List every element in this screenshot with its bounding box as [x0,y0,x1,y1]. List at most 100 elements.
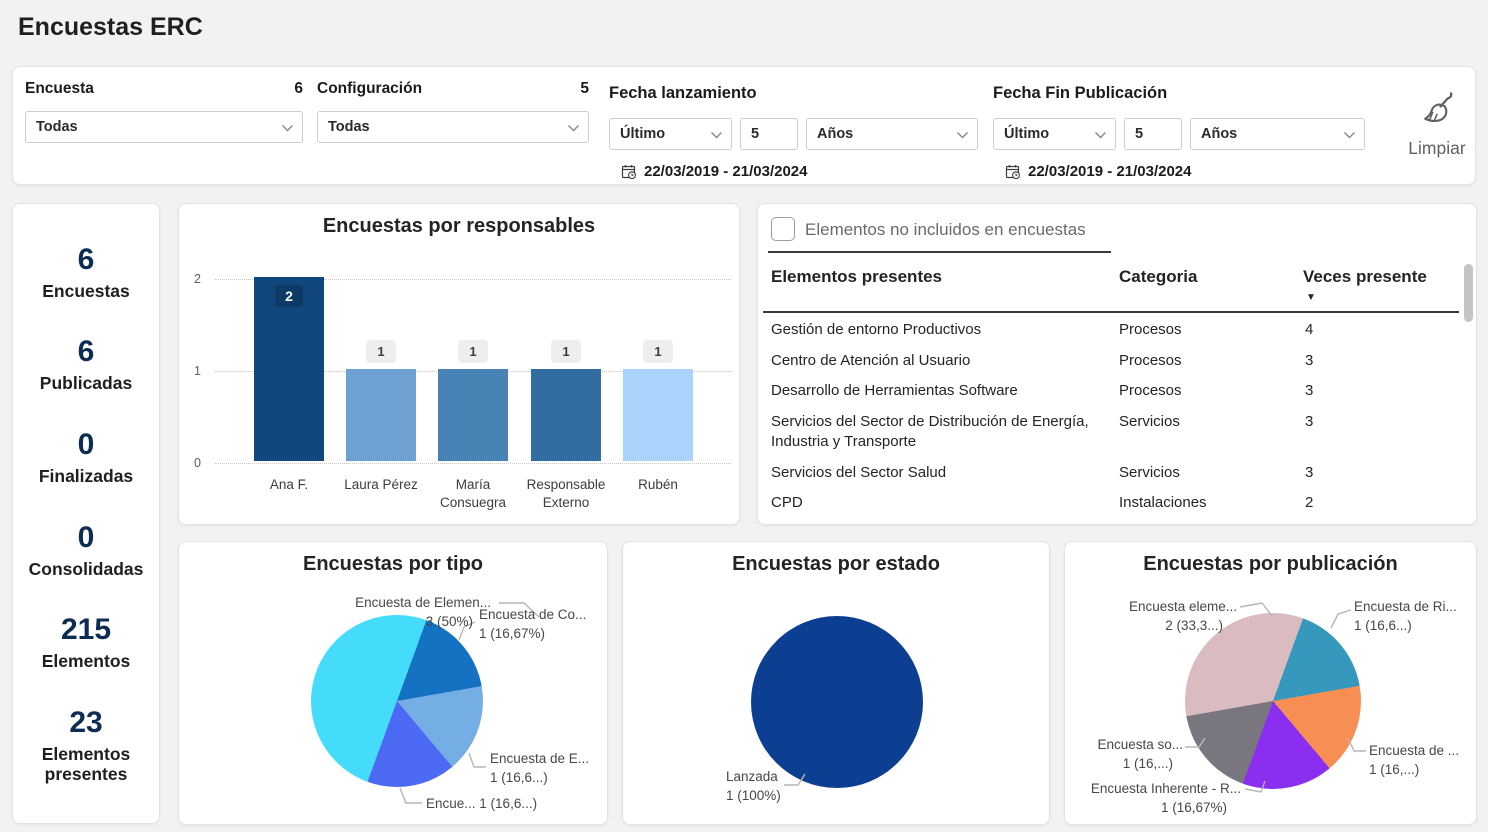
kpi-label: Encuestas [42,281,130,301]
pie-estado-chart[interactable] [751,616,923,788]
slice-name: Encuesta de Ri... [1354,598,1474,617]
bar-ruben[interactable] [623,369,693,461]
cell-categoria: Servicios [1119,463,1305,484]
kpi-panel: 6 Encuestas 6 Publicadas 0 Finalizadas 0… [12,203,160,824]
fecha-lanzamiento-label: Fecha lanzamiento [609,84,757,103]
elementos-no-incluidos-label: Elementos no incluidos en encuestas [805,220,1086,240]
bar-ana-f[interactable]: 2 [254,277,324,461]
pie-slice-label: Encue... 1 (16,6...) [426,795,596,814]
cell-veces: 3 [1305,351,1446,372]
pie-publicacion-title: Encuestas por publicación [1065,553,1476,576]
pie-publicacion-panel: Encuestas por publicación Encuesta eleme… [1064,541,1477,825]
pie-slice-label: Encuesta Inherente - R... 1 (16,67%) [1071,780,1241,818]
fecha-lanzamiento-amount-input[interactable] [740,118,798,150]
fecha-fin-publicacion-label: Fecha Fin Publicación [993,84,1167,103]
limpiar-label: Limpiar [1391,138,1483,159]
table-scrollbar[interactable] [1464,264,1473,322]
pie-estado-title: Encuestas por estado [623,553,1049,576]
cell-categoria: Servicios [1119,412,1305,453]
cell-categoria: Procesos [1119,381,1305,402]
fecha-lanzamiento-range: 22/03/2019 - 21/03/2024 [644,163,807,180]
slice-name: Encuesta de Co... [479,606,605,625]
header-divider [763,311,1459,313]
pie-tipo-title: Encuestas por tipo [179,553,607,576]
cell-elemento: CPD [771,493,1119,514]
encuesta-dropdown-value: Todas [36,119,78,135]
fecha-lanzamiento-unit-value: Años [817,126,853,142]
configuracion-dropdown[interactable]: Todas [317,111,589,143]
bar-value-label: 2 [275,285,303,307]
gridline [215,463,731,464]
column-header-veces-presente[interactable]: Veces presente [1303,267,1427,287]
cell-veces: 3 [1305,412,1446,453]
fecha-lanzamiento-period-dropdown[interactable]: Último [609,118,732,150]
fecha-fin-period-dropdown[interactable]: Último [993,118,1116,150]
pie-publicacion-chart[interactable] [1185,613,1361,789]
bar-value-label: 1 [643,340,673,363]
table-row[interactable]: Gestión de entorno Productivos Procesos … [771,320,1446,341]
cell-categoria: Instalaciones [1119,493,1305,514]
fecha-fin-range: 22/03/2019 - 21/03/2024 [1028,163,1191,180]
slice-value: 1 (16,6...) [479,796,537,811]
fecha-fin-period-value: Último [1004,126,1049,142]
pie-tipo-chart[interactable] [311,615,483,787]
fecha-lanzamiento-period-value: Último [620,126,665,142]
cell-veces: 3 [1305,463,1446,484]
chevron-down-icon [1094,131,1107,140]
kpi-value: 6 [40,335,132,368]
column-header-categoria[interactable]: Categoria [1119,267,1197,287]
slice-name: Encue... [426,796,476,811]
fecha-fin-amount-input[interactable] [1124,118,1182,150]
bar-chart-panel: Encuestas por responsables 2 1 0 2 1 1 1… [178,203,740,525]
table-row[interactable]: Servicios del Sector Salud Servicios 3 [771,463,1446,484]
fecha-fin-unit-dropdown[interactable]: Años [1190,118,1365,150]
slice-name: Encuesta de Elemen... [189,594,491,613]
y-axis-tick: 2 [179,272,201,286]
encuesta-filter-count: 6 [294,80,303,98]
kpi-value: 215 [42,613,131,646]
table-row[interactable]: Desarrollo de Herramientas Software Proc… [771,381,1446,402]
elements-table-panel: Elementos no incluidos en encuestas Elem… [757,203,1477,525]
slice-value: 3 (50%) [189,613,491,632]
pie-slice-label: Encuesta so... 1 (16,...) [1075,736,1183,774]
bar-responsable-externo[interactable] [531,369,601,461]
chevron-down-icon [567,124,580,133]
divider [768,251,1111,253]
kpi-finalizadas: 0 Finalizadas [39,428,133,486]
fecha-lanzamiento-unit-dropdown[interactable]: Años [806,118,978,150]
bar-maria-consuegra[interactable] [438,369,508,461]
filter-bar: Encuesta 6 Todas Configuración 5 Todas F… [12,66,1476,185]
encuesta-dropdown[interactable]: Todas [25,111,303,143]
table-row[interactable]: CPD Instalaciones 2 [771,493,1446,514]
slice-value: 2 (33,3...) [1075,617,1237,636]
cell-elemento: Servicios del Sector de Distribución de … [771,412,1106,453]
x-axis-label: Ana F. [239,476,339,494]
pie-slice-label: Encuesta de E... 1 (16,6...) [490,750,605,788]
limpiar-button[interactable]: Limpiar [1391,89,1483,159]
cell-elemento: Servicios del Sector Salud [771,463,1119,484]
table-row[interactable]: Centro de Atención al Usuario Procesos 3 [771,351,1446,372]
elementos-no-incluidos-checkbox[interactable] [771,217,795,241]
table-row[interactable]: Servicios del Sector de Distribución de … [771,412,1446,453]
kpi-encuestas: 6 Encuestas [42,243,130,301]
pie-estado-panel: Encuestas por estado Lanzada 1 (100%) [622,541,1050,825]
cell-veces: 4 [1305,320,1446,341]
bar-value-label: 1 [366,340,396,363]
chevron-down-icon [710,131,723,140]
encuesta-filter-label: Encuesta [25,80,94,98]
chevron-down-icon [281,124,294,133]
column-header-elementos-presentes[interactable]: Elementos presentes [771,267,942,287]
kpi-elementos-presentes: 23 Elementos presentes [26,706,146,784]
cell-categoria: Procesos [1119,320,1305,341]
sort-descending-icon: ▼ [1306,292,1316,303]
configuracion-filter-label: Configuración [317,80,422,98]
slice-value: 1 (16,6...) [1354,617,1474,636]
pie-slice-label: Encuesta de Ri... 1 (16,6...) [1354,598,1474,636]
pie-slice-label: Encuesta de Co... 1 (16,67%) [479,606,605,644]
x-axis-label: Laura Pérez [331,476,431,494]
bar-laura-perez[interactable] [346,369,416,461]
kpi-label: Finalizadas [39,466,133,486]
broom-icon [1416,89,1458,131]
pie-tipo-panel: Encuestas por tipo Encuesta de Elemen...… [178,541,608,825]
chevron-down-icon [956,131,969,140]
